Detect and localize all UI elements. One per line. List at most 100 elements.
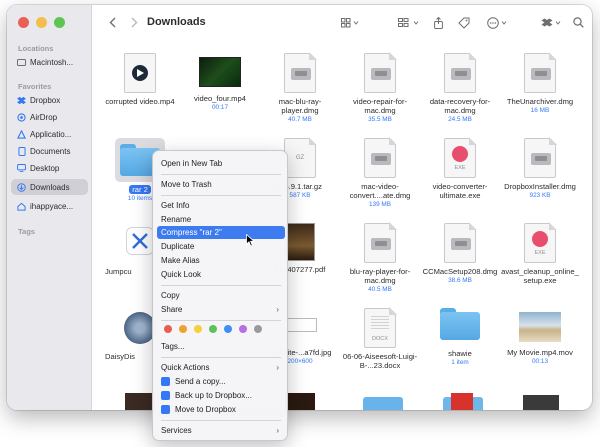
tag-yellow[interactable] xyxy=(194,325,202,333)
menu-services[interactable]: Services › xyxy=(157,424,285,437)
disk-image-icon xyxy=(444,222,477,263)
file-name: My Movie.mp4.mov xyxy=(507,348,573,357)
file-item[interactable]: DOCX 06-06-Aiseesoft-Luigi-B-...23.docx xyxy=(341,307,419,370)
docx-label: DOCX xyxy=(372,336,388,342)
sidebar-item-applications[interactable]: Applicatio... xyxy=(11,126,88,142)
menu-back-up-label: Back up to Dropbox... xyxy=(175,391,252,400)
tag-blue[interactable] xyxy=(224,325,232,333)
tag-color-row xyxy=(164,325,262,333)
file-item[interactable]: shawie 1 item xyxy=(421,308,499,366)
file-item[interactable]: video_four.mp4 00:17 xyxy=(181,53,259,111)
minimize-button[interactable] xyxy=(36,17,47,28)
menu-share-label: Share xyxy=(161,305,183,314)
menu-share[interactable]: Share › xyxy=(157,303,285,316)
partial-app-icon xyxy=(451,393,473,410)
menu-compress[interactable]: Compress "rar 2" xyxy=(157,226,285,239)
disk-image-icon xyxy=(364,52,397,93)
sidebar-item-dropbox[interactable]: Dropbox xyxy=(11,92,88,108)
sidebar-item-label: Desktop xyxy=(30,163,60,173)
airdrop-icon xyxy=(17,112,26,122)
sidebar-item-home[interactable]: ihappyace... xyxy=(11,198,88,214)
sidebar-section-favorites: Favorites xyxy=(18,82,52,91)
file-item[interactable]: video-repair-for-mac.dmg 35.5 MB xyxy=(341,52,419,123)
file-meta: 923 KB xyxy=(529,192,551,199)
tag-red[interactable] xyxy=(164,325,172,333)
file-name: DropboxInstaller.dmg xyxy=(504,182,576,191)
file-meta: 38.6 MB xyxy=(448,277,472,284)
exe-file-icon: EXE xyxy=(444,137,477,178)
back-button[interactable] xyxy=(109,15,116,30)
menu-separator xyxy=(161,285,281,286)
search-icon xyxy=(573,17,584,28)
file-item[interactable]: data-recovery-for-mac.dmg 24.5 MB xyxy=(421,52,499,123)
sidebar-item-downloads[interactable]: Downloads xyxy=(11,179,88,195)
dropbox-icon xyxy=(161,405,170,414)
search-button[interactable] xyxy=(573,15,584,30)
file-meta: 00:13 xyxy=(532,358,548,365)
menu-quick-actions-label: Quick Actions xyxy=(161,363,210,372)
sidebar-item-documents[interactable]: Documents xyxy=(11,143,88,159)
file-name: corrupted video.mp4 xyxy=(105,97,175,106)
sidebar-item-airdrop[interactable]: AirDrop xyxy=(11,109,88,125)
menu-move-to-dropbox[interactable]: Move to Dropbox xyxy=(157,403,285,416)
file-name: video-repair-for-mac.dmg xyxy=(352,97,408,115)
share-icon xyxy=(434,16,443,29)
group-button[interactable] xyxy=(398,15,422,30)
sidebar-item-label: ihappyace... xyxy=(30,201,74,211)
file-item[interactable]: corrupted video.mp4 xyxy=(101,53,179,106)
file-name: CCMacSetup208.dmg xyxy=(422,267,498,276)
menu-copy[interactable]: Copy xyxy=(157,289,285,302)
file-name: mac-video-convert....ate.dmg xyxy=(349,182,411,200)
menu-open-new-tab[interactable]: Open in New Tab xyxy=(157,157,285,170)
tag-gray[interactable] xyxy=(254,325,262,333)
dropbox-icon xyxy=(161,391,170,400)
folder-icon xyxy=(440,308,480,340)
menu-quick-actions[interactable]: Quick Actions › xyxy=(157,361,285,374)
menu-move-to-trash[interactable]: Move to Trash xyxy=(157,178,285,191)
file-item[interactable]: My Movie.mp4.mov 00:13 xyxy=(501,308,579,365)
tag-purple[interactable] xyxy=(239,325,247,333)
action-button[interactable] xyxy=(487,15,509,30)
file-item[interactable]: EXE video-converter-ultimate.exe xyxy=(421,137,499,200)
menu-get-info[interactable]: Get Info xyxy=(157,199,285,212)
share-button[interactable] xyxy=(434,15,443,30)
icon-view-button[interactable] xyxy=(341,15,361,30)
finder-window: Locations Macintosh... Favorites Dropbox… xyxy=(7,5,592,410)
menu-back-up-dropbox[interactable]: Back up to Dropbox... xyxy=(157,389,285,402)
menu-tags[interactable]: Tags... xyxy=(157,340,285,353)
file-name: TheUnarchiver.dmg xyxy=(506,97,574,106)
file-item[interactable]: blu-ray-player-for-mac.dmg 40.5 MB xyxy=(341,222,419,293)
close-button[interactable] xyxy=(18,17,29,28)
sidebar: Locations Macintosh... Favorites Dropbox… xyxy=(7,5,92,410)
zoom-button[interactable] xyxy=(54,17,65,28)
menu-rename[interactable]: Rename xyxy=(157,213,285,226)
file-item[interactable]: EXE avast_cleanup_online_setup.exe xyxy=(501,222,579,285)
window-controls xyxy=(18,17,65,28)
sidebar-item-desktop[interactable]: Desktop xyxy=(11,160,88,176)
toolbar: Downloads xyxy=(93,5,592,41)
tag-icon xyxy=(458,17,470,29)
file-name: video_four.mp4 xyxy=(194,94,246,103)
menu-duplicate[interactable]: Duplicate xyxy=(157,240,285,253)
sidebar-item-macintosh[interactable]: Macintosh... xyxy=(11,54,88,70)
file-item[interactable]: TheUnarchiver.dmg 16 MB xyxy=(501,52,579,114)
tag-orange[interactable] xyxy=(179,325,187,333)
file-item[interactable]: mac-blu-ray-player.dmg 40.7 MB xyxy=(261,52,339,123)
file-item[interactable]: CCMacSetup208.dmg 38.6 MB xyxy=(421,222,499,284)
file-item[interactable]: DropboxInstaller.dmg 923 KB xyxy=(501,137,579,199)
menu-make-alias[interactable]: Make Alias xyxy=(157,254,285,267)
forward-button[interactable] xyxy=(131,15,138,30)
file-item[interactable]: mac-video-convert....ate.dmg 139 MB xyxy=(341,137,419,208)
menu-quick-look[interactable]: Quick Look xyxy=(157,268,285,281)
applications-icon xyxy=(17,129,26,139)
group-grid-icon xyxy=(398,17,419,27)
file-meta: 00:17 xyxy=(212,104,228,111)
menu-send-copy[interactable]: Send a copy... xyxy=(157,375,285,388)
file-meta: 139 MB xyxy=(368,201,392,208)
tag-button[interactable] xyxy=(458,15,470,30)
menu-separator xyxy=(161,357,281,358)
dropbox-button[interactable] xyxy=(541,15,563,30)
disk-image-icon xyxy=(524,52,557,93)
more-icon xyxy=(487,16,507,29)
tag-green[interactable] xyxy=(209,325,217,333)
